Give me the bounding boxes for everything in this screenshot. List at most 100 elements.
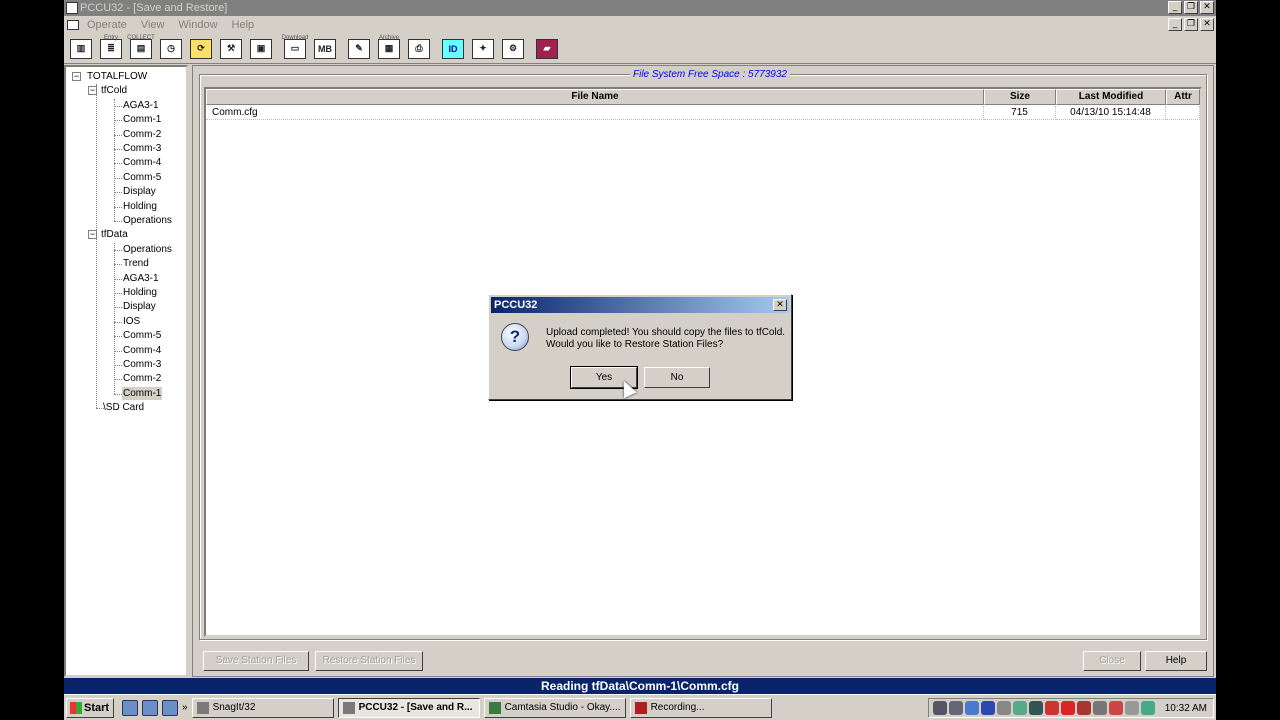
menu-help[interactable]: Help [232, 19, 255, 31]
start-button[interactable]: Start [66, 697, 114, 718]
tree-node-item[interactable]: Comm-4 [122, 344, 162, 357]
toolbar-clock-button[interactable]: ◷ [156, 35, 186, 63]
tree-connector [114, 336, 122, 338]
tree-node-item[interactable]: Comm-3 [122, 142, 162, 155]
pen-icon[interactable] [933, 701, 947, 715]
task-snagit[interactable]: SnagIt/32 [191, 697, 334, 718]
help-button[interactable]: Help [1145, 651, 1207, 671]
menu-window[interactable]: Window [178, 19, 217, 31]
tray-app-icon[interactable] [1013, 701, 1027, 715]
toolbar-refresh-button[interactable]: ⟳ [186, 35, 216, 63]
tree-node-item[interactable]: Comm-5 [122, 329, 162, 342]
menu-bar: Operate View Window Help _ ❐ ✕ [64, 17, 1216, 33]
tree-node-item[interactable]: Comm-4 [122, 156, 162, 169]
tree-connector [114, 293, 122, 294]
clock[interactable]: 10:32 AM [1165, 703, 1207, 714]
quick-launch: » [122, 699, 188, 716]
tree-node-root[interactable]: TOTALFLOW [86, 70, 148, 83]
network-icon[interactable] [965, 701, 979, 715]
restore-button[interactable]: ❐ [1184, 1, 1198, 14]
tree-node-item[interactable]: Holding [122, 200, 158, 213]
tree-node-tfcold[interactable]: tfCold [100, 84, 128, 97]
column-size[interactable]: Size [984, 89, 1056, 105]
chart-icon[interactable] [1045, 701, 1059, 715]
tree-node-item[interactable]: Display [122, 185, 157, 198]
settings-icon[interactable] [1125, 701, 1139, 715]
tree-node-item[interactable]: Comm-2 [122, 372, 162, 385]
tree-node-item[interactable]: Comm-1 [122, 386, 163, 400]
tree-collapse-icon[interactable]: − [72, 72, 81, 81]
toolbar-caption: Archive [378, 34, 399, 41]
close-button[interactable]: ✕ [1200, 1, 1214, 14]
task-pccu32[interactable]: PCCU32 - [Save and R... [337, 697, 480, 718]
window-controls: _ ❐ ✕ [1168, 1, 1214, 14]
toolbar-setup-button[interactable]: ⚙ [498, 35, 528, 63]
toolbar-tools-button[interactable]: ⚒ [216, 35, 246, 63]
mdi-minimize-button[interactable]: _ [1168, 18, 1182, 31]
sync-icon[interactable] [997, 701, 1011, 715]
task-recording[interactable]: Recording... [629, 697, 772, 718]
outlook-icon[interactable] [162, 699, 178, 716]
toolbar-book-button[interactable]: ▰ [532, 35, 562, 63]
shield-icon[interactable] [981, 701, 995, 715]
clock-icon: ◷ [160, 38, 182, 59]
tree-connector [114, 393, 122, 395]
tree-node-item[interactable]: Display [122, 300, 157, 313]
toolbar-download-button[interactable]: Download ▭ [280, 35, 310, 63]
close-pane-button[interactable]: Close [1083, 651, 1141, 671]
minimize-button[interactable]: _ [1168, 1, 1182, 14]
toolbar-entry-button[interactable]: Entry ≣ [96, 35, 126, 63]
mdi-restore-button[interactable]: ❐ [1184, 18, 1198, 31]
windows-logo-icon [70, 701, 82, 714]
toolbar-printer-button[interactable]: ⎙ [404, 35, 434, 63]
alert-icon[interactable] [1061, 701, 1075, 715]
tree-node-item[interactable]: Holding [122, 286, 158, 299]
update-icon[interactable] [1141, 701, 1155, 715]
desktop-icon[interactable] [142, 699, 158, 716]
chevron-right-icon[interactable]: » [182, 702, 188, 713]
tree-node-item[interactable]: Comm-2 [122, 128, 162, 141]
toolbar-collect-button[interactable]: COLLECT ▤ [126, 35, 156, 63]
dialog-message-line-2: Would you like to Restore Station Files? [546, 339, 724, 350]
tree-node-item[interactable]: Comm-1 [122, 113, 162, 126]
restore-station-files-button[interactable]: Restore Station Files [315, 651, 423, 671]
no-button[interactable]: No [644, 367, 710, 388]
toolbar-id-button[interactable]: ID [438, 35, 468, 63]
monitor-icon[interactable] [1029, 701, 1043, 715]
clipboard-icon[interactable] [949, 701, 963, 715]
tree-node-item[interactable]: Operations [122, 243, 173, 256]
ie-icon[interactable] [122, 699, 138, 716]
mdi-close-button[interactable]: ✕ [1200, 18, 1214, 31]
toolbar-calculator-button[interactable]: ▥ [66, 35, 96, 63]
column-attr[interactable]: Attr [1166, 89, 1200, 105]
tree-node-item[interactable]: AGA3-1 [122, 272, 160, 285]
column-file-name[interactable]: File Name [206, 89, 984, 105]
menu-view[interactable]: View [141, 19, 165, 31]
menu-operate[interactable]: Operate [87, 19, 127, 31]
dialog-close-button[interactable]: ✕ [773, 299, 787, 311]
tree-node-item[interactable]: AGA3-1 [122, 99, 160, 112]
dialog-title-bar[interactable]: PCCU32 ✕ [491, 297, 789, 313]
mcafee-icon[interactable] [1077, 701, 1091, 715]
toolbar-register-button[interactable]: ▣ [246, 35, 276, 63]
tree-node-sd-card[interactable]: \SD Card [102, 401, 145, 414]
tree-node-item[interactable]: Operations [122, 214, 173, 227]
antivirus-icon[interactable] [1109, 701, 1123, 715]
toolbar-archive-button[interactable]: Archive ▦ [374, 35, 404, 63]
upload-complete-dialog: PCCU32 ✕ ? Upload completed! You should … [488, 294, 792, 400]
toolbar-document-button[interactable]: ✎ [344, 35, 374, 63]
document-icon[interactable] [67, 20, 79, 30]
volume-icon[interactable] [1093, 701, 1107, 715]
column-last-modified[interactable]: Last Modified [1056, 89, 1166, 105]
tree-node-item[interactable]: Trend [122, 257, 150, 270]
window-title-bar[interactable]: PCCU32 - [Save and Restore] _ ❐ ✕ [64, 0, 1216, 16]
task-camtasia[interactable]: Camtasia Studio - Okay.... [483, 697, 626, 718]
toolbar-modbus-button[interactable]: MB [310, 35, 340, 63]
save-station-files-button[interactable]: Save Station Files [203, 651, 309, 671]
tree-node-item[interactable]: IOS [122, 315, 141, 328]
tree-node-item[interactable]: Comm-5 [122, 171, 162, 184]
tree-node-item[interactable]: Comm-3 [122, 358, 162, 371]
toolbar-wand-button[interactable]: ✦ [468, 35, 498, 63]
collect-icon: ▤ [130, 38, 152, 59]
tree-node-tfdata[interactable]: tfData [100, 228, 129, 241]
